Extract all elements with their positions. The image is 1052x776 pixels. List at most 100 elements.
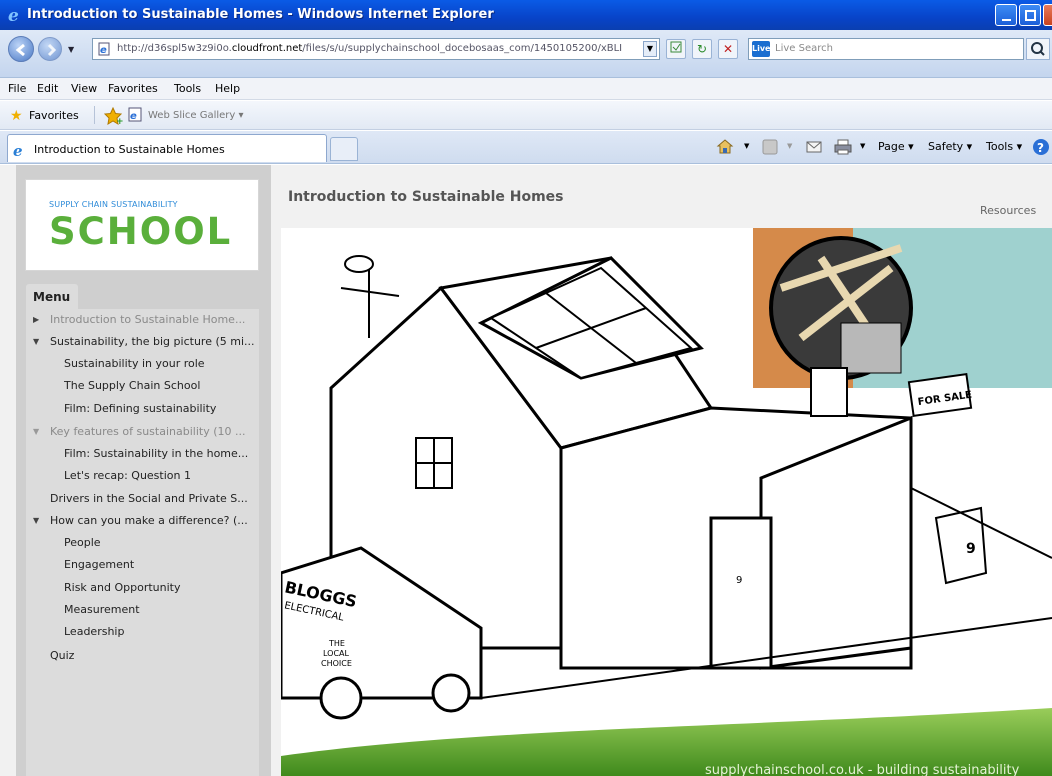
home-icon[interactable]: [716, 138, 734, 156]
stop-icon[interactable]: ✕: [718, 39, 738, 59]
feeds-dropdown-icon[interactable]: ▼: [787, 142, 792, 150]
svg-text:e: e: [130, 111, 137, 122]
menu-item-quiz[interactable]: Quiz: [50, 649, 262, 662]
address-dropdown-button[interactable]: ▼: [643, 41, 657, 57]
url-domain: cloudfront.net: [231, 43, 303, 54]
svg-text:e: e: [13, 142, 23, 158]
van-slogan-3: CHOICE: [321, 659, 352, 668]
menu-view[interactable]: View: [71, 82, 97, 95]
tab-label: Introduction to Sustainable Homes: [34, 143, 225, 156]
menu-item-drivers[interactable]: Drivers in the Social and Private S...: [50, 492, 262, 505]
address-url[interactable]: http://d36spl5w3z9i0o.cloudfront.net/fil…: [117, 43, 637, 54]
search-placeholder: Live Search: [775, 43, 833, 54]
menu-item-big-picture[interactable]: Sustainability, the big picture (5 mi...: [50, 335, 262, 348]
forward-arrow-icon: [47, 43, 57, 57]
address-toolbar: ▼ e http://d36spl5w3z9i0o.cloudfront.net…: [0, 30, 1052, 78]
back-arrow-icon: [15, 43, 25, 57]
content-pane: Introduction to Sustainable Homes Resour…: [271, 165, 1052, 776]
feeds-icon[interactable]: [762, 139, 778, 155]
search-button[interactable]: [1026, 38, 1050, 60]
url-prefix: http://d36spl5w3z9i0o.: [117, 43, 232, 54]
mail-icon[interactable]: [806, 140, 822, 154]
menu-item-supply-chain-school[interactable]: The Supply Chain School: [64, 379, 276, 392]
expanded-arrow-icon[interactable]: ▼: [33, 427, 39, 436]
menu-item-key-features[interactable]: Key features of sustainability (10 ...: [50, 425, 262, 438]
logo-tagline: SUPPLY CHAIN SUSTAINABILITY: [49, 200, 178, 209]
expanded-arrow-icon[interactable]: ▼: [33, 516, 39, 525]
page-menu[interactable]: Page ▾: [878, 140, 914, 153]
menu-item-introduction[interactable]: Introduction to Sustainable Home...: [50, 313, 262, 326]
new-tab-button[interactable]: [330, 137, 358, 161]
address-bar[interactable]: e http://d36spl5w3z9i0o.cloudfront.net/f…: [92, 38, 660, 60]
forward-button[interactable]: [38, 37, 62, 61]
menu-file[interactable]: File: [8, 82, 26, 95]
footer-url: supplychainschool.co.uk - building susta…: [705, 763, 1020, 776]
compatibility-view-icon[interactable]: [666, 39, 686, 59]
house-illustration: FOR SALE BLOGGS ELECTRICAL THE LOCAL CHO…: [281, 228, 1052, 776]
menu-item-make-difference[interactable]: How can you make a difference? (...: [50, 514, 262, 527]
svg-text:e: e: [8, 6, 19, 24]
content-title: Introduction to Sustainable Homes: [288, 189, 564, 205]
window-title: Introduction to Sustainable Homes - Wind…: [27, 7, 494, 22]
menu-heading: Menu: [33, 290, 71, 304]
safety-menu[interactable]: Safety ▾: [928, 140, 972, 153]
menu-item-people[interactable]: People: [64, 536, 276, 549]
school-logo: SUPPLY CHAIN SUSTAINABILITY SCHOOL: [25, 179, 259, 271]
web-slice-icon: e: [128, 107, 142, 122]
back-button[interactable]: [8, 36, 34, 62]
svg-text:e: e: [100, 45, 107, 56]
house-drawing: FOR SALE BLOGGS ELECTRICAL THE LOCAL CHO…: [281, 228, 1052, 776]
menu-favorites[interactable]: Favorites: [108, 82, 158, 95]
web-slice-gallery-link[interactable]: Web Slice Gallery ▾: [148, 110, 244, 121]
home-dropdown-icon[interactable]: ▼: [744, 142, 749, 150]
menu-item-risk[interactable]: Risk and Opportunity: [64, 581, 276, 594]
bin-number: 9: [966, 541, 976, 557]
refresh-icon[interactable]: ↻: [692, 39, 712, 59]
history-dropdown-icon[interactable]: ▼: [68, 45, 74, 54]
van-slogan-1: THE: [328, 639, 345, 648]
van-slogan-2: LOCAL: [323, 649, 350, 658]
divider: [94, 106, 95, 124]
page-icon: e: [98, 42, 110, 56]
door-number: 9: [736, 575, 742, 586]
window-title-bar[interactable]: e Introduction to Sustainable Homes - Wi…: [0, 0, 1052, 30]
live-search-logo-icon: Live: [752, 41, 770, 57]
url-suffix: /files/s/u/supplychainschool_docebosaas_…: [302, 43, 623, 54]
internet-explorer-icon: e: [8, 6, 19, 24]
minimize-button[interactable]: [995, 4, 1017, 26]
maximize-button[interactable]: [1019, 4, 1041, 26]
menu-help[interactable]: Help: [215, 82, 240, 95]
resources-link[interactable]: Resources: [980, 204, 1036, 217]
menu-item-engagement[interactable]: Engagement: [64, 558, 276, 571]
print-dropdown-icon[interactable]: ▼: [860, 142, 865, 150]
menu-item-film-defining[interactable]: Film: Defining sustainability: [64, 402, 276, 415]
menu-item-leadership[interactable]: Leadership: [64, 625, 276, 638]
menu-item-recap-q1[interactable]: Let's recap: Question 1: [64, 469, 276, 482]
menu-tools[interactable]: Tools: [174, 82, 201, 95]
tab-strip: e Introduction to Sustainable Homes ▼ ▼ …: [0, 131, 1052, 164]
search-input[interactable]: Live Live Search: [748, 38, 1024, 60]
tools-menu[interactable]: Tools ▾: [986, 140, 1022, 153]
tab-active[interactable]: e Introduction to Sustainable Homes: [7, 134, 327, 162]
expanded-arrow-icon[interactable]: ▼: [33, 337, 39, 346]
magnifier-icon: [1031, 42, 1045, 56]
print-icon[interactable]: [834, 139, 852, 155]
page-content: SUPPLY CHAIN SUSTAINABILITY SCHOOL Menu …: [0, 165, 1052, 776]
menu-heading-tab: Menu: [26, 284, 78, 309]
menu-item-sustainability-role[interactable]: Sustainability in your role: [64, 357, 276, 370]
svg-text:+: +: [116, 117, 124, 125]
logo-wordmark: SCHOOL: [49, 210, 233, 253]
menu-edit[interactable]: Edit: [37, 82, 58, 95]
help-icon[interactable]: ?: [1032, 138, 1050, 156]
favorites-bar: ★ Favorites + e Web Slice Gallery ▾: [0, 101, 1052, 130]
menu-bar: File Edit View Favorites Tools Help: [0, 78, 1052, 100]
collapsed-arrow-icon[interactable]: ▶: [33, 315, 39, 324]
svg-text:?: ?: [1037, 141, 1044, 155]
favorites-label: Favorites: [29, 109, 79, 122]
favorites-star-icon: ★: [10, 108, 23, 124]
tab-page-icon: e: [13, 142, 23, 158]
add-to-favorites-icon[interactable]: +: [104, 107, 124, 125]
close-window-button[interactable]: [1043, 4, 1052, 26]
menu-item-measurement[interactable]: Measurement: [64, 603, 276, 616]
menu-item-film-home[interactable]: Film: Sustainability in the home...: [64, 447, 276, 460]
